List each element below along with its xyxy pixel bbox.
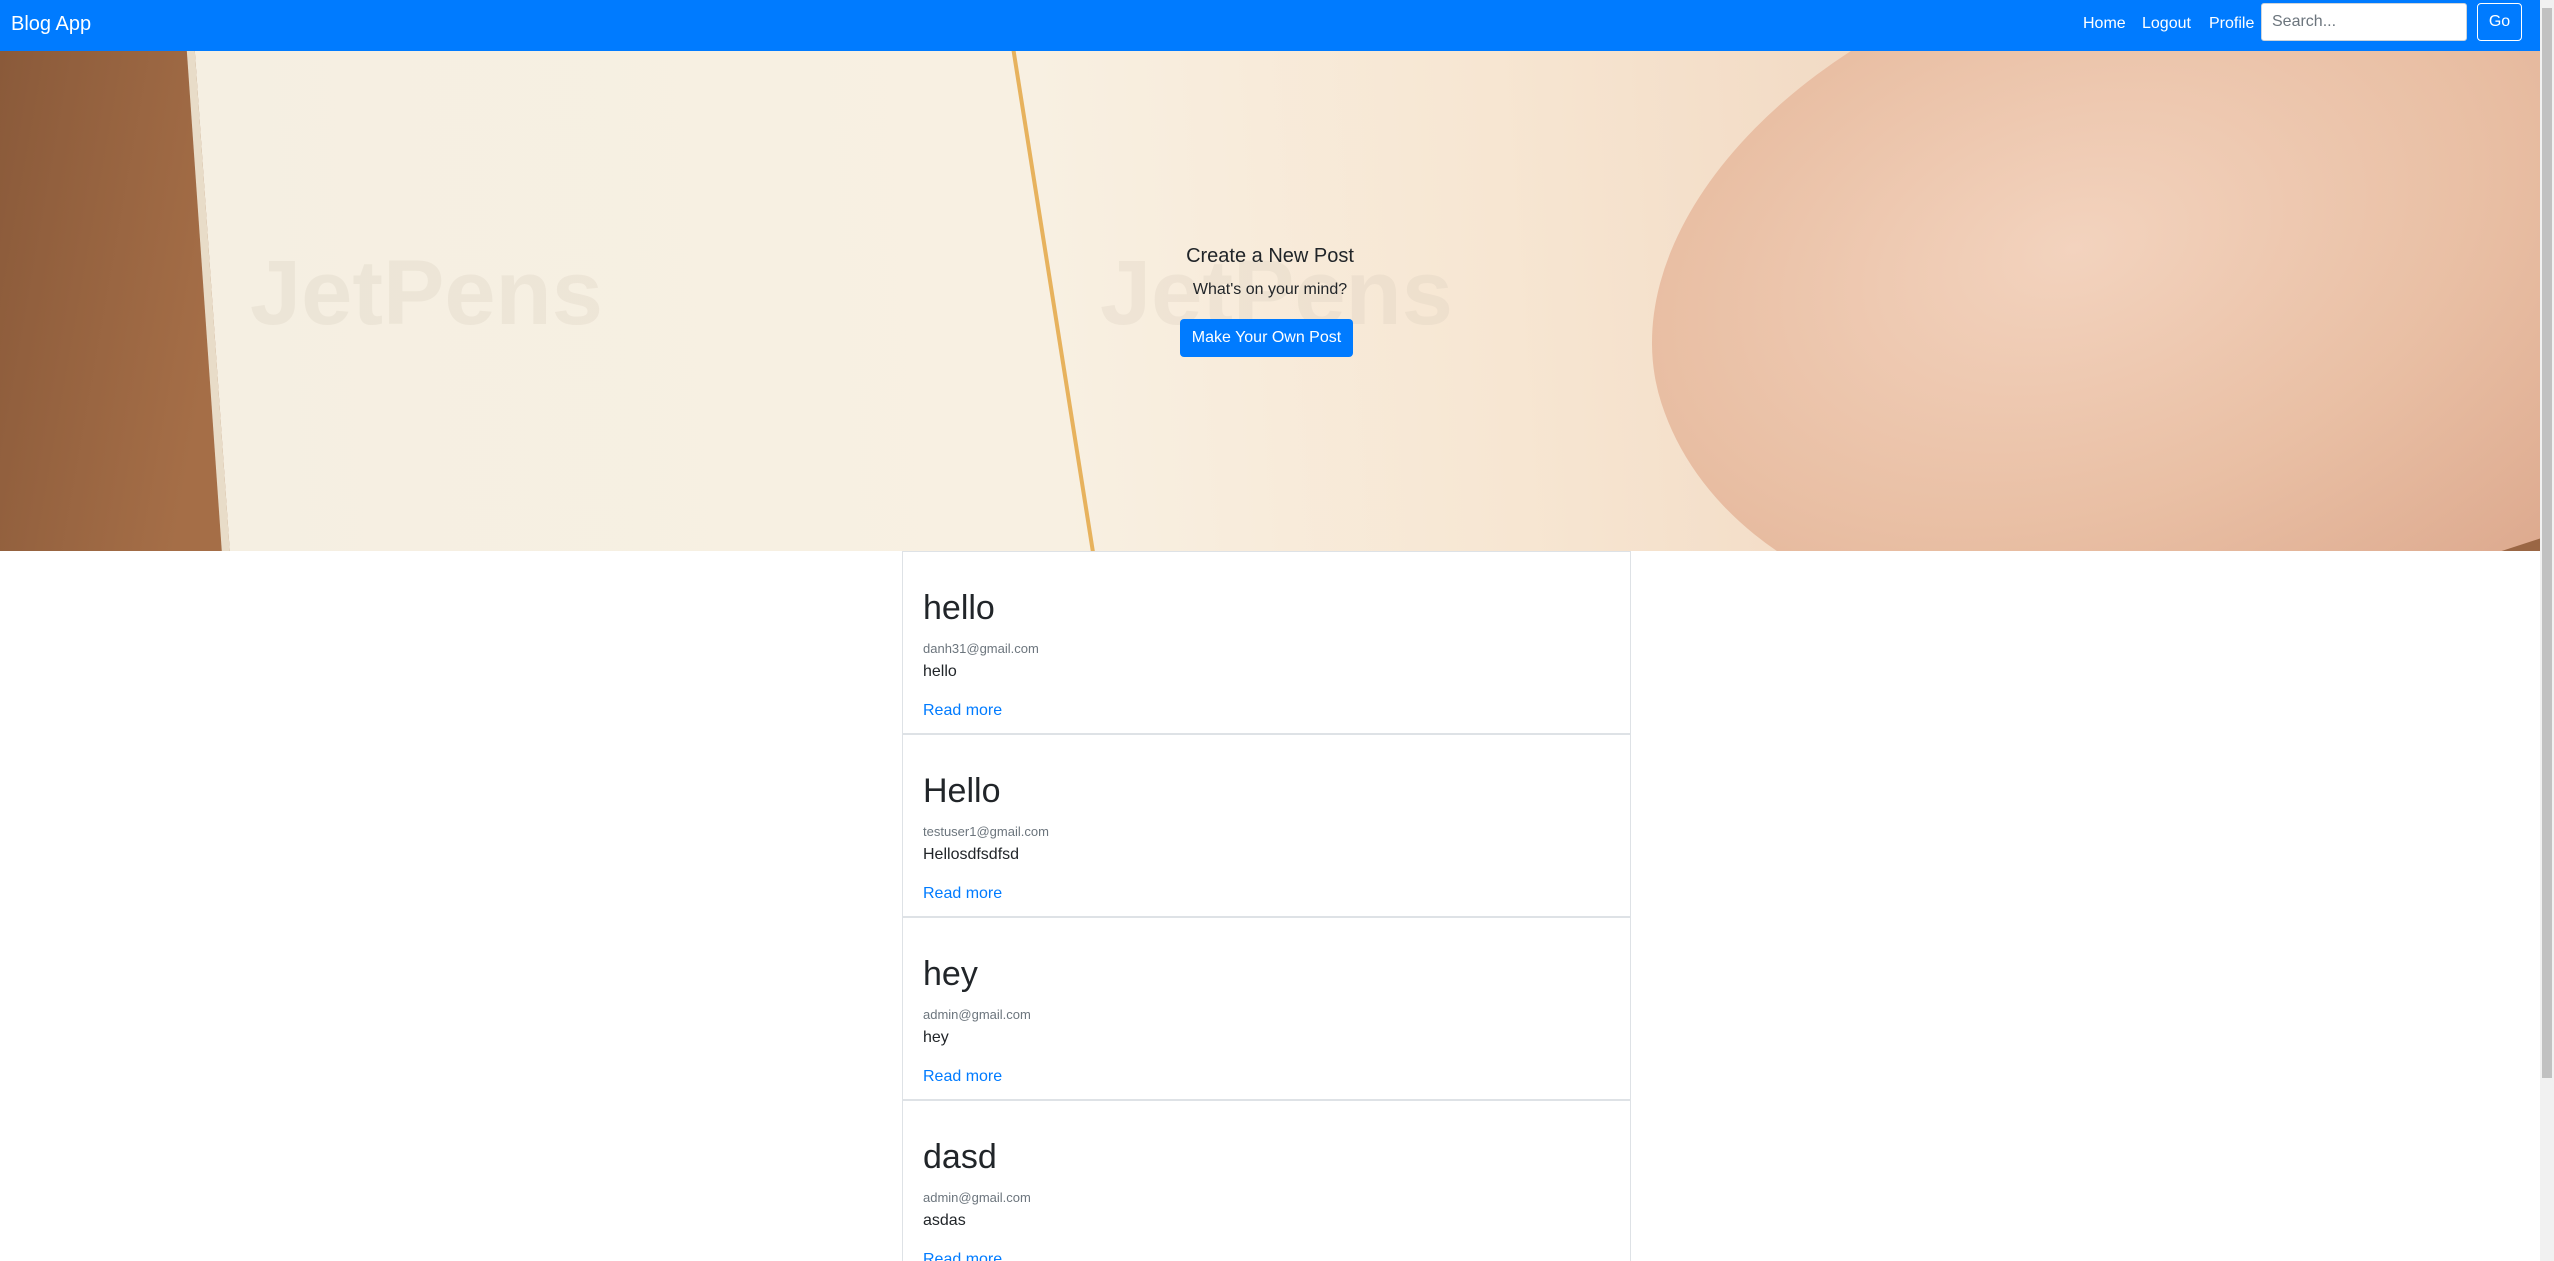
navbar: Blog App Home Logout Profile Go: [0, 0, 2540, 51]
post-list: hello danh31@gmail.com hello Read more H…: [902, 551, 1631, 1261]
post-card: hey admin@gmail.com hey Read more: [902, 917, 1631, 1100]
post-card: Hello testuser1@gmail.com Hellosdfsdfsd …: [902, 734, 1631, 917]
post-excerpt: hey: [923, 1029, 949, 1046]
post-excerpt: Hellosdfsdfsd: [923, 846, 1020, 863]
read-more-link[interactable]: Read more: [923, 1066, 1002, 1088]
nav-logout-link[interactable]: Logout: [2142, 13, 2191, 35]
read-more-link[interactable]: Read more: [923, 1249, 1002, 1261]
nav-profile-link[interactable]: Profile: [2209, 13, 2254, 35]
post-title: dasd: [923, 1138, 997, 1176]
post-author: admin@gmail.com: [923, 1190, 1031, 1205]
go-button[interactable]: Go: [2477, 3, 2522, 41]
post-author: danh31@gmail.com: [923, 641, 1039, 656]
post-author: admin@gmail.com: [923, 1007, 1031, 1022]
hero-banner: JetPens JetPens Create a New Post What's…: [0, 51, 2540, 551]
hero-title: Create a New Post: [1186, 245, 1354, 267]
post-card: dasd admin@gmail.com asdas Read more: [902, 1100, 1631, 1261]
post-title: Hello: [923, 772, 1001, 810]
read-more-link[interactable]: Read more: [923, 700, 1002, 722]
post-card: hello danh31@gmail.com hello Read more: [902, 551, 1631, 734]
hero-subtitle: What's on your mind?: [1192, 281, 1348, 298]
post-author: testuser1@gmail.com: [923, 824, 1049, 839]
nav-home-link[interactable]: Home: [2083, 13, 2126, 35]
search-input[interactable]: [2261, 3, 2467, 41]
make-post-button[interactable]: Make Your Own Post: [1180, 319, 1353, 357]
scrollbar-thumb[interactable]: [2542, 8, 2552, 1078]
read-more-link[interactable]: Read more: [923, 883, 1002, 905]
post-title: hey: [923, 955, 978, 993]
post-excerpt: asdas: [923, 1212, 966, 1229]
post-excerpt: hello: [923, 663, 957, 680]
post-title: hello: [923, 589, 995, 627]
brand-link[interactable]: Blog App: [11, 11, 91, 37]
